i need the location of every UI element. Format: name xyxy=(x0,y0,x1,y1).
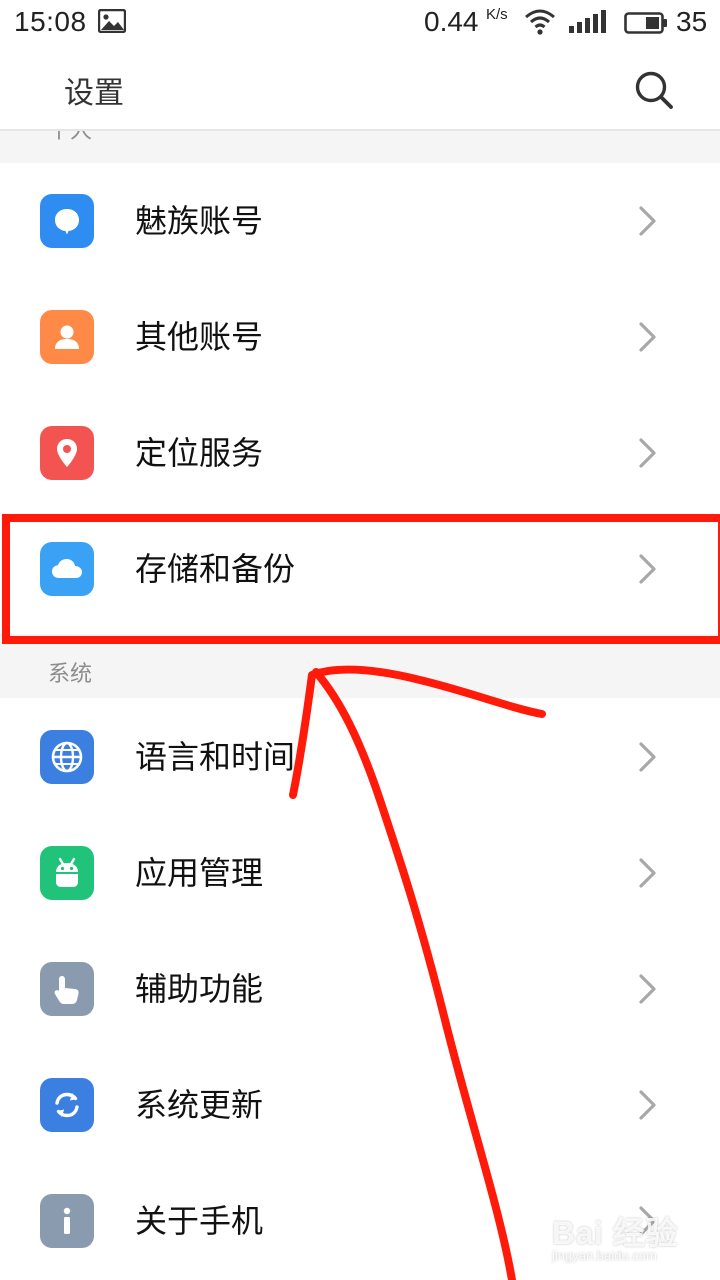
app-header: 设置 xyxy=(0,46,720,130)
watermark-url: jingyan.baidu.com xyxy=(552,1248,657,1263)
hand-pointer-icon xyxy=(40,962,94,1016)
item-label: 定位服务 xyxy=(135,434,264,472)
item-label: 系统更新 xyxy=(135,1086,264,1124)
item-label: 应用管理 xyxy=(135,854,264,892)
status-time: 15:08 xyxy=(14,6,87,37)
location-pin-icon xyxy=(40,426,94,480)
chevron-right-icon xyxy=(636,973,660,1009)
search-icon xyxy=(635,71,673,109)
sync-icon xyxy=(40,1078,94,1132)
section-header-personal: 个人 xyxy=(0,131,720,163)
person-icon xyxy=(40,310,94,364)
list-item-app-management[interactable]: 应用管理 xyxy=(0,815,720,931)
cloud-icon xyxy=(40,542,94,596)
search-button[interactable] xyxy=(630,66,680,116)
chevron-right-icon xyxy=(636,857,660,893)
android-icon xyxy=(40,846,94,900)
list-item-meizu-account[interactable]: 魅族账号 xyxy=(0,163,720,279)
page-title: 设置 xyxy=(64,76,124,111)
section-label: 系统 xyxy=(48,662,93,687)
item-label: 魅族账号 xyxy=(135,202,264,240)
list-item-accessibility[interactable]: 辅助功能 xyxy=(0,931,720,1047)
chevron-right-icon xyxy=(636,321,660,357)
network-speed-unit: K/s xyxy=(486,6,508,23)
chevron-right-icon xyxy=(636,437,660,473)
section-header-system: 系统 xyxy=(0,634,720,698)
wifi-icon xyxy=(524,8,556,41)
section-label: 个人 xyxy=(48,131,93,144)
list-item-system-update[interactable]: 系统更新 xyxy=(0,1047,720,1163)
meizu-account-icon xyxy=(40,194,94,248)
list-item-location-services[interactable]: 定位服务 xyxy=(0,395,720,511)
status-bar: 15:08 0.44 K/s 35 xyxy=(0,0,720,46)
list-item-other-accounts[interactable]: 其他账号 xyxy=(0,279,720,395)
baidu-watermark: Bai 经验 jingyan.baidu.com xyxy=(550,1200,700,1270)
list-item-language-time[interactable]: 语言和时间 xyxy=(0,699,720,815)
signal-strength-icon xyxy=(568,10,608,39)
chevron-right-icon xyxy=(636,1089,660,1125)
item-label: 关于手机 xyxy=(135,1202,264,1240)
item-label: 辅助功能 xyxy=(135,970,264,1008)
battery-level: 35 xyxy=(676,6,708,37)
network-speed: 0.44 xyxy=(424,6,479,37)
chevron-right-icon xyxy=(636,205,660,241)
gallery-notification-icon xyxy=(97,8,127,38)
globe-icon xyxy=(40,730,94,784)
list-item-storage-backup[interactable]: 存储和备份 xyxy=(0,511,720,627)
battery-icon xyxy=(624,12,668,39)
item-label: 语言和时间 xyxy=(135,738,296,776)
item-label: 存储和备份 xyxy=(135,550,296,588)
info-icon xyxy=(40,1194,94,1248)
chevron-right-icon xyxy=(636,553,660,589)
chevron-right-icon xyxy=(636,741,660,777)
item-label: 其他账号 xyxy=(135,318,264,356)
